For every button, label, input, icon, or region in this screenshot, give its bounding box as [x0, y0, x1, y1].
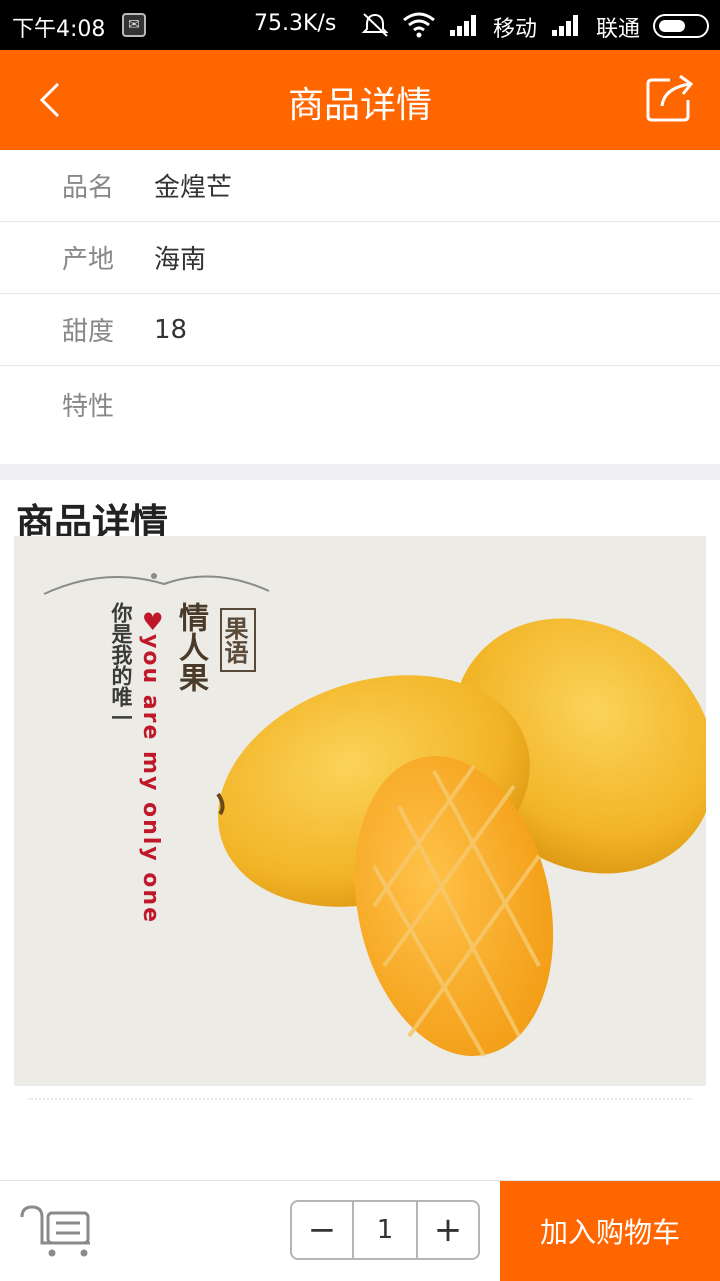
poster-headline: 情人果: [173, 602, 208, 692]
vibrate-mute-icon: [361, 13, 389, 37]
page-title: 商品详情: [287, 85, 432, 126]
cart-list-icon[interactable]: [18, 1203, 94, 1259]
network-speed: 75.3K/s: [254, 11, 337, 36]
quantity-value[interactable]: 1: [352, 1202, 418, 1258]
poster-vertical-cn: 你是我的唯一: [109, 602, 133, 728]
info-label: 特性: [62, 391, 115, 422]
decrease-button[interactable]: −: [292, 1202, 352, 1258]
poster-vertical-en: you are my only one: [138, 634, 163, 924]
info-value: 海南: [154, 245, 207, 275]
status-bar: 下午4:08 ✉ 75.3K/s 移动 联通: [0, 0, 720, 50]
signal-icon: [450, 15, 476, 36]
info-row-feature: 特性: [0, 366, 720, 442]
poster-stamp: 果语: [220, 608, 256, 672]
signal-icon: [552, 15, 578, 36]
section-divider: [0, 464, 720, 480]
battery-icon: [653, 14, 709, 38]
info-row-origin: 产地 海南: [0, 222, 720, 294]
info-value: 18: [154, 314, 188, 345]
info-label: 甜度: [62, 317, 115, 347]
carrier-2: 联通: [596, 17, 641, 42]
share-icon[interactable]: [644, 72, 696, 124]
add-to-cart-button[interactable]: 加入购物车: [500, 1181, 720, 1281]
info-row-name: 品名 金煌芒: [0, 150, 720, 222]
quantity-stepper: − 1 +: [290, 1200, 480, 1260]
product-info: 品名 金煌芒 产地 海南 甜度 18 特性: [0, 150, 720, 442]
status-time: 下午4:08: [12, 17, 106, 42]
info-value: 金煌芒: [154, 173, 233, 203]
divider: [28, 1098, 692, 1100]
info-row-sweetness: 甜度 18: [0, 294, 720, 366]
notification-app-icon: ✉: [122, 13, 146, 37]
poster-heart-icon: ♥: [142, 608, 164, 636]
increase-button[interactable]: +: [418, 1202, 478, 1258]
product-poster-image: 果语 情人果 ♥ you are my only one 你是我的唯一: [14, 536, 706, 1086]
nav-bar: 商品详情: [0, 50, 720, 150]
wifi-icon: [403, 12, 435, 38]
carrier-1: 移动: [493, 17, 538, 42]
info-label: 产地: [62, 245, 115, 275]
info-label: 品名: [62, 173, 115, 203]
bottom-action-bar: − 1 + 加入购物车: [0, 1180, 720, 1281]
